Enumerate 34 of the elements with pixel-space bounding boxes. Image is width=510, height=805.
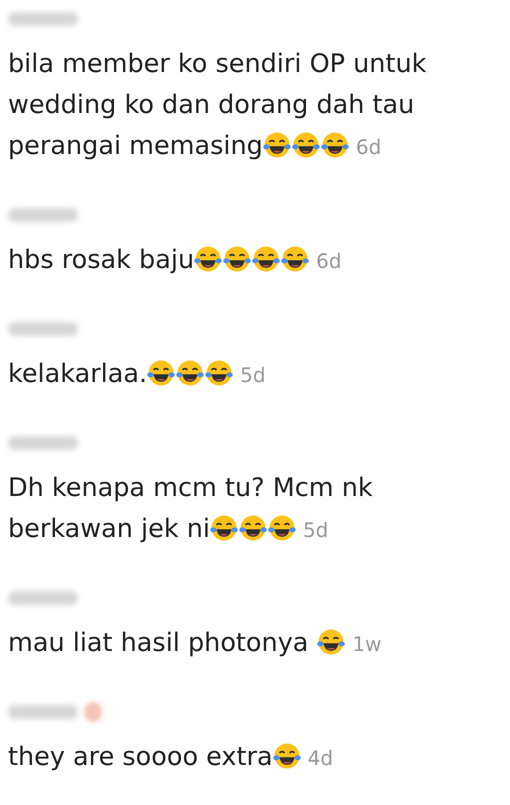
- blurred-username: [8, 208, 78, 222]
- blurred-emoji-icon: [84, 702, 102, 722]
- comment-time: 6d: [316, 249, 342, 273]
- laughing-emoji-icon: [238, 513, 268, 543]
- laughing-emoji-icon: [280, 244, 310, 274]
- laughing-emoji-icon: [175, 358, 206, 388]
- blurred-username: [8, 591, 78, 605]
- comment-text: mau liat hasil photonya 1w: [8, 626, 383, 660]
- laughing-emoji-icon: [222, 244, 252, 274]
- laughing-emoji-icon: [146, 358, 176, 388]
- comment-text: kelakarlaa. 5d: [8, 357, 267, 391]
- laughing-emoji-icon: [266, 513, 297, 543]
- laughing-emoji-icon: [204, 358, 234, 388]
- blurred-username: [8, 705, 78, 719]
- laughing-emoji-icon: [208, 513, 239, 543]
- comment-time: 4d: [308, 746, 334, 770]
- blurred-username: [8, 322, 78, 336]
- comment-text: they are soooo extra 4d: [8, 740, 334, 774]
- comment-text: Dh kenapa mcm tu? Mcm nk berkawan jek ni 5d: [8, 472, 374, 546]
- laughing-emoji-icon: [320, 130, 350, 160]
- laughing-emoji-icon: [251, 244, 282, 274]
- laughing-emoji-icon: [272, 741, 302, 771]
- comment-text: hbs rosak baju 6d: [8, 243, 343, 277]
- comment-time: 6d: [356, 135, 382, 159]
- laughing-emoji-icon: [193, 244, 224, 274]
- comment-time: 1w: [352, 632, 382, 656]
- laughing-emoji-icon: [316, 627, 346, 657]
- comment-time: 5d: [240, 363, 266, 387]
- blurred-username: [8, 436, 78, 450]
- comment-text: bila member ko sendiri OP untuk wedding ko dan dorang dah tau perangai memasing 6d: [8, 48, 428, 163]
- laughing-emoji-icon: [290, 130, 321, 160]
- comment-time: 5d: [302, 518, 328, 542]
- laughing-emoji-icon: [262, 130, 292, 160]
- blurred-username: [8, 12, 78, 26]
